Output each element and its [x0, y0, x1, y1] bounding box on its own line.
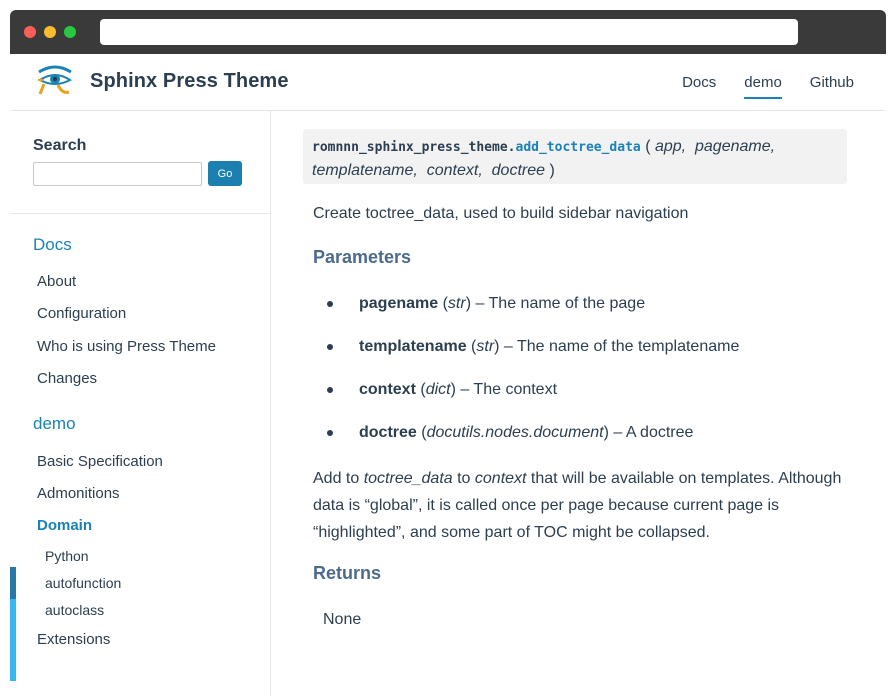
param-type: docutils.nodes.document — [426, 424, 604, 441]
sidebar-section-docs[interactable]: Docs — [33, 235, 72, 255]
paragraph-emphasis: toctree_data — [363, 470, 453, 487]
paragraph-text: Add to — [313, 470, 364, 487]
current-subsection-marker — [10, 599, 16, 681]
body-paragraph: Add to toctree_data to context that will… — [313, 465, 863, 546]
signature-param: doctree — [491, 162, 546, 179]
sidebar: Search Go Docs About Configuration Who i… — [10, 111, 271, 696]
signature-function-name[interactable]: add_toctree_data — [516, 140, 641, 155]
sidebar-subitem-autofunction[interactable]: autofunction — [45, 575, 121, 591]
param-desc: The name of the page — [488, 295, 646, 312]
nav-docs-link[interactable]: Docs — [682, 74, 716, 99]
close-window-button[interactable] — [24, 26, 36, 38]
signature-param: app, — [654, 138, 687, 155]
bullet-icon — [327, 430, 333, 436]
param-desc: A doctree — [625, 424, 694, 441]
signature-close-paren: ) — [549, 162, 555, 179]
param-desc: The context — [473, 381, 558, 398]
function-description: Create toctree_data, used to build sideb… — [313, 205, 689, 222]
page: Sphinx Press Theme Docs demo Github Sear… — [10, 54, 886, 696]
param-desc: The name of the templatename — [516, 338, 740, 355]
sidebar-section-demo[interactable]: demo — [33, 414, 76, 434]
signature-module: romnnn_sphinx_press_theme. — [312, 140, 516, 155]
sidebar-item-extensions[interactable]: Extensions — [37, 631, 110, 648]
param-type: dict — [425, 381, 451, 398]
paragraph-emphasis: context — [474, 470, 527, 487]
bullet-icon — [327, 387, 333, 393]
sidebar-item-who-is-using[interactable]: Who is using Press Theme — [37, 338, 216, 355]
param-name: doctree — [359, 424, 417, 441]
current-section-marker — [10, 567, 16, 599]
param-type: str — [447, 295, 466, 312]
sidebar-item-domain[interactable]: Domain — [37, 517, 92, 534]
parameter-item: pagename (str) – The name of the page — [327, 295, 645, 313]
bullet-icon — [327, 301, 333, 307]
returns-heading: Returns — [313, 563, 382, 583]
top-nav-links: Docs demo Github — [682, 74, 854, 99]
param-name: pagename — [359, 295, 439, 312]
param-name: context — [359, 381, 416, 398]
signature-param: pagename, — [695, 138, 776, 155]
eye-of-horus-logo-icon[interactable] — [36, 64, 74, 98]
sidebar-divider — [10, 213, 270, 214]
signature-open-paren: ( — [645, 138, 651, 155]
param-name: templatename — [359, 338, 467, 355]
sidebar-item-configuration[interactable]: Configuration — [37, 305, 126, 322]
sidebar-subitem-autoclass[interactable]: autoclass — [45, 602, 104, 618]
parameter-item: context (dict) – The context — [327, 381, 557, 399]
function-signature: romnnn_sphinx_press_theme.add_toctree_da… — [303, 129, 847, 184]
maximize-window-button[interactable] — [64, 26, 76, 38]
browser-window-bar — [10, 10, 886, 54]
nav-demo-link[interactable]: demo — [744, 74, 782, 99]
bullet-icon — [327, 344, 333, 350]
sidebar-item-changes[interactable]: Changes — [37, 370, 97, 387]
top-navbar: Sphinx Press Theme Docs demo Github — [10, 54, 886, 111]
site-title[interactable]: Sphinx Press Theme — [90, 70, 289, 93]
parameter-item: doctree (docutils.nodes.document) – A do… — [327, 424, 693, 442]
minimize-window-button[interactable] — [44, 26, 56, 38]
paragraph-text: to — [452, 470, 475, 487]
sidebar-subitem-python[interactable]: Python — [45, 548, 89, 564]
search-block: Search Go — [33, 137, 242, 186]
parameters-heading: Parameters — [313, 247, 412, 267]
search-input[interactable] — [33, 161, 202, 186]
search-go-button[interactable]: Go — [208, 161, 242, 186]
search-title: Search — [33, 137, 87, 154]
parameter-item: templatename (str) – The name of the tem… — [327, 338, 739, 356]
nav-github-link[interactable]: Github — [810, 74, 854, 99]
param-type: str — [476, 338, 495, 355]
sidebar-item-admonitions[interactable]: Admonitions — [37, 485, 120, 502]
returns-value: None — [323, 611, 362, 628]
sidebar-item-about[interactable]: About — [37, 273, 76, 290]
signature-param: templatename, — [312, 162, 418, 179]
search-row: Go — [33, 161, 242, 186]
address-bar[interactable] — [100, 19, 798, 45]
sidebar-item-basic-specification[interactable]: Basic Specification — [37, 453, 163, 470]
signature-param: context, — [426, 162, 483, 179]
